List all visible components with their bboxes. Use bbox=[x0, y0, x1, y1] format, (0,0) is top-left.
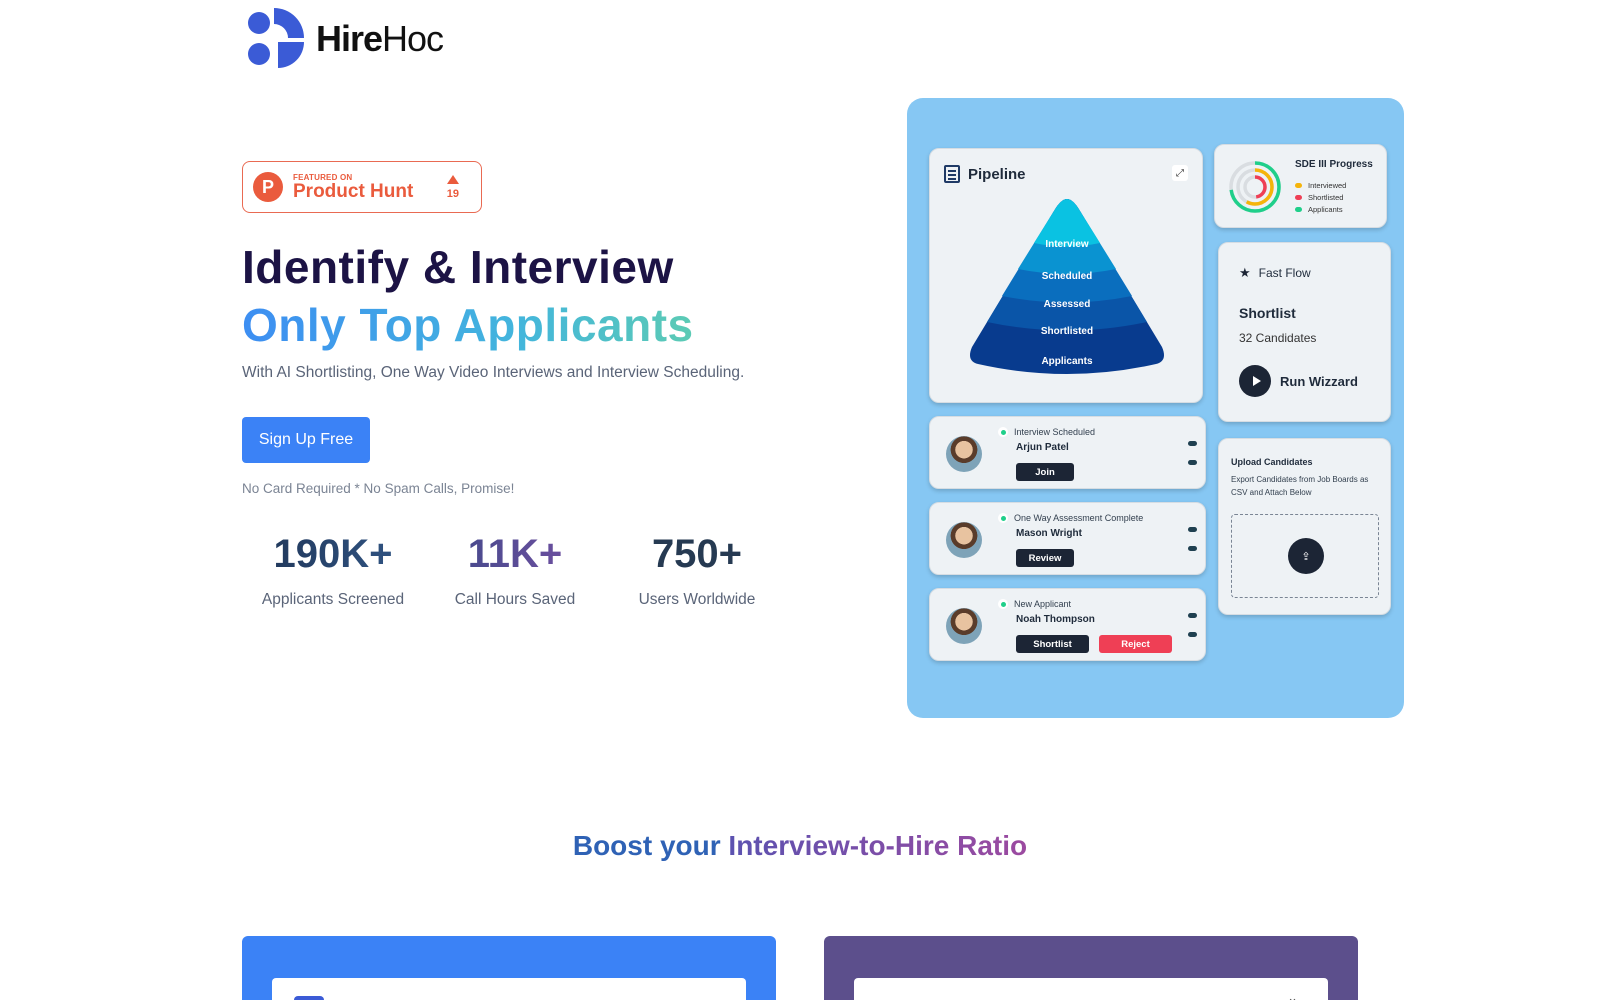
status-dot-icon bbox=[998, 427, 1008, 437]
boost-heading-part1: Boost your bbox=[572, 830, 721, 861]
more-options-icon[interactable] bbox=[1188, 441, 1197, 465]
pipeline-stage-applicants: Applicants bbox=[1041, 356, 1093, 367]
legend-dot bbox=[1295, 183, 1302, 188]
candidate-card-arjun: Interview Scheduled Arjun Patel Join bbox=[929, 416, 1206, 489]
more-options-icon[interactable] bbox=[1188, 613, 1197, 637]
product-hunt-name: Product Hunt bbox=[293, 180, 414, 202]
hero-title-line2: Only Top Applicants bbox=[242, 299, 694, 351]
hirehoc-logo[interactable]: HireHoc bbox=[244, 8, 444, 70]
logo-mark-icon bbox=[248, 8, 304, 68]
stat-users: 750+ Users Worldwide bbox=[606, 532, 788, 609]
play-icon bbox=[1239, 365, 1271, 397]
sign-up-button[interactable]: Sign Up Free bbox=[242, 417, 370, 463]
candidate-name: Arjun Patel bbox=[1016, 442, 1069, 453]
product-hunt-text: FEATURED ON Product Hunt bbox=[293, 173, 413, 202]
status-text: New Applicant bbox=[1014, 599, 1072, 609]
candidate-card-noah: New Applicant Noah Thompson Shortlist Re… bbox=[929, 588, 1206, 661]
review-button[interactable]: Review bbox=[1016, 549, 1074, 567]
stat-label: Call Hours Saved bbox=[454, 591, 576, 608]
upload-candidates-card: Upload Candidates Export Candidates from… bbox=[1218, 438, 1391, 615]
fast-flow-label: Fast Flow bbox=[1258, 266, 1311, 280]
status-text: One Way Assessment Complete bbox=[1014, 513, 1144, 523]
no-card-note: No Card Required * No Spam Calls, Promis… bbox=[242, 481, 515, 496]
stat-value: 750+ bbox=[651, 532, 743, 576]
upvote-arrow-icon bbox=[446, 174, 459, 184]
product-hunt-badge[interactable]: P FEATURED ON Product Hunt 19 bbox=[242, 161, 482, 213]
hero-subtitle: With AI Shortlisting, One Way Video Inte… bbox=[242, 364, 745, 381]
upload-dropzone[interactable]: ⇪ bbox=[1231, 514, 1379, 598]
upload-title: Upload Candidates bbox=[1231, 457, 1313, 467]
reject-button[interactable]: Reject bbox=[1099, 635, 1172, 653]
stat-value: 11K+ bbox=[467, 532, 563, 576]
avatar bbox=[946, 436, 982, 472]
shortlist-button[interactable]: Shortlist bbox=[1016, 635, 1089, 653]
pipeline-stage-interview: Interview bbox=[1045, 239, 1089, 250]
stats-row: 190K+ Applicants Screened 11K+ Call Hour… bbox=[242, 532, 788, 609]
legend-label: Shortlisted bbox=[1308, 193, 1344, 202]
pipeline-stage-shortlisted: Shortlisted bbox=[1040, 326, 1094, 337]
star-icon: ★ bbox=[1239, 265, 1251, 280]
candidate-status: One Way Assessment Complete bbox=[998, 513, 1143, 523]
product-preview-panel: Pipeline ⤢ Interview Scheduled Assessed … bbox=[907, 98, 1404, 718]
candidate-status: New Applicant bbox=[998, 599, 1071, 609]
candidate-status: Interview Scheduled bbox=[998, 427, 1095, 437]
legend-applicants: Applicants bbox=[1295, 205, 1343, 214]
run-wizard-label: Run Wizzard bbox=[1280, 373, 1358, 389]
join-button[interactable]: Join bbox=[1016, 463, 1074, 481]
stat-call-hours: 11K+ Call Hours Saved bbox=[424, 532, 606, 609]
landing-page: HireHoc P FEATURED ON Product Hunt 19 Id… bbox=[0, 0, 1600, 1000]
shortlist-title: Shortlist bbox=[1239, 305, 1296, 321]
legend-dot bbox=[1295, 195, 1302, 200]
more-options-icon[interactable] bbox=[1188, 527, 1197, 551]
avatar bbox=[946, 608, 982, 644]
feature-card-blue bbox=[242, 936, 776, 1000]
pipeline-card: Pipeline ⤢ Interview Scheduled Assessed … bbox=[929, 148, 1203, 403]
legend-label: Applicants bbox=[1308, 205, 1343, 214]
upload-description: Export Candidates from Job Boards as CSV… bbox=[1231, 475, 1369, 497]
run-wizard-button[interactable]: Run Wizzard bbox=[1239, 365, 1358, 397]
candidate-count: 32 Candidates bbox=[1239, 331, 1317, 345]
status-text: Interview Scheduled bbox=[1014, 427, 1096, 437]
legend-label: Interviewed bbox=[1308, 181, 1347, 190]
feature-preview-icon bbox=[294, 996, 324, 1000]
stat-label: Applicants Screened bbox=[261, 591, 405, 608]
progress-rings-icon bbox=[1229, 161, 1281, 213]
pipeline-stage-scheduled: Scheduled bbox=[1041, 271, 1093, 282]
progress-title: SDE III Progress bbox=[1295, 159, 1373, 170]
stat-value: 190K+ bbox=[273, 532, 393, 576]
feature-preview bbox=[272, 978, 746, 1000]
fast-flow-header: ★ Fast Flow bbox=[1239, 265, 1311, 281]
vote-count: 19 bbox=[446, 187, 459, 200]
feature-preview: ⌄ bbox=[854, 978, 1328, 1000]
legend-shortlisted: Shortlisted bbox=[1295, 193, 1343, 202]
upvote-count: 19 bbox=[446, 174, 459, 200]
status-dot-icon bbox=[998, 513, 1008, 523]
fast-flow-card: ★ Fast Flow Shortlist 32 Candidates Run … bbox=[1218, 242, 1391, 422]
pipeline-stage-assessed: Assessed bbox=[1043, 299, 1091, 310]
chevron-down-icon: ⌄ bbox=[1287, 990, 1298, 1000]
logo-wordmark: HireHoc bbox=[316, 18, 444, 59]
boost-heading: Boost your Interview-to-Hire Ratio bbox=[0, 830, 1600, 862]
boost-heading-part2: Interview-to-Hire Ratio bbox=[728, 830, 1028, 861]
candidate-name: Mason Wright bbox=[1016, 528, 1082, 539]
stat-applicants: 190K+ Applicants Screened bbox=[242, 532, 424, 609]
upload-icon[interactable]: ⇪ bbox=[1288, 538, 1324, 574]
legend-interviewed: Interviewed bbox=[1295, 181, 1346, 190]
avatar bbox=[946, 522, 982, 558]
hero-title-line1: Identify & Interview bbox=[242, 241, 674, 293]
status-dot-icon bbox=[998, 599, 1008, 609]
candidate-name: Noah Thompson bbox=[1016, 614, 1095, 625]
legend-dot bbox=[1295, 207, 1302, 212]
candidate-card-mason: One Way Assessment Complete Mason Wright… bbox=[929, 502, 1206, 575]
progress-card: SDE III Progress Interviewed Shortlisted… bbox=[1214, 144, 1387, 228]
stat-label: Users Worldwide bbox=[638, 591, 756, 608]
feature-card-purple: ⌄ bbox=[824, 936, 1358, 1000]
product-hunt-icon: P bbox=[253, 172, 283, 202]
